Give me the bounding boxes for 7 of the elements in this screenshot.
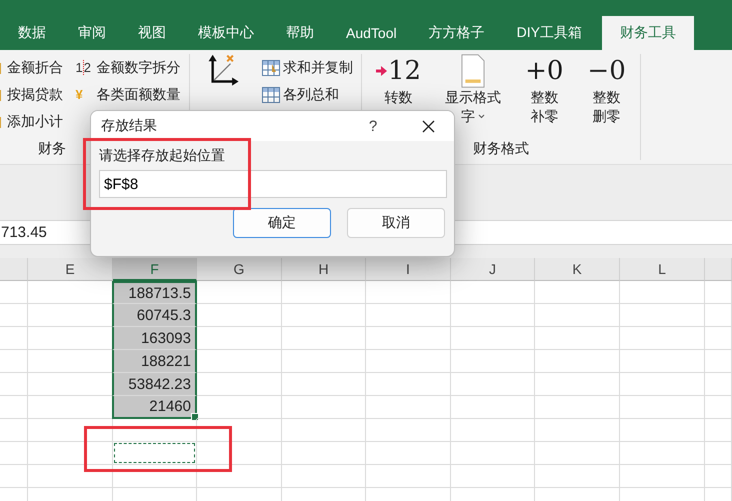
number-format-icon: −0: [587, 54, 626, 88]
yen-icon: ¥: [76, 87, 94, 102]
group-label: 财务: [38, 140, 66, 158]
number-format-icon: +0: [525, 54, 564, 88]
dialog-title: 存放结果: [101, 117, 158, 135]
group-label: 财务格式: [472, 140, 529, 158]
field-label: 请选择存放起始位置: [99, 147, 226, 165]
